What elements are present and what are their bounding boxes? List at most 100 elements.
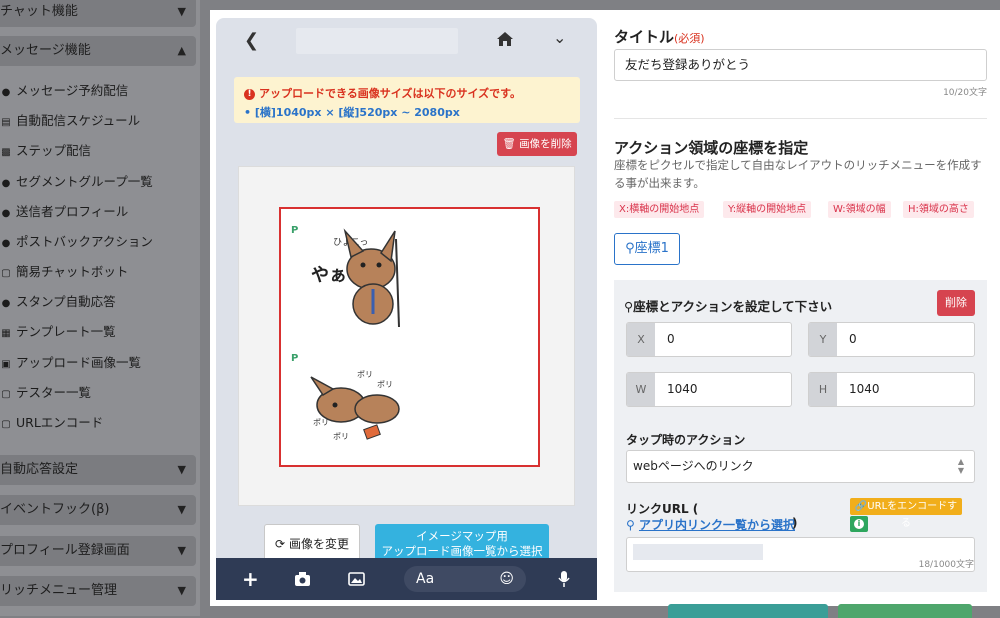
title-char-count: 10/20文字: [943, 88, 987, 98]
link-select[interactable]: ⚲ アプリ内リンク一覧から選択: [626, 516, 795, 533]
info-icon: i: [854, 519, 864, 529]
refresh-icon: ⟳: [275, 537, 286, 551]
sidebar-item-postback[interactable]: ● ポストバックアクション: [0, 230, 153, 254]
sidebar-section-label: プロフィール登録画面: [0, 543, 130, 558]
sidebar-item-auto-schedule[interactable]: ▤ 自動配信スケジュール: [0, 109, 140, 133]
sidebar-section-message[interactable]: メッセージ機能 ▲: [0, 36, 196, 66]
delete-coord-button[interactable]: 削除: [937, 290, 975, 316]
encode-url-button[interactable]: 🔗URLをエンコードする: [850, 498, 962, 529]
sidebar-section-auto-reply[interactable]: 自動応答設定 ▼: [0, 455, 196, 485]
y-input[interactable]: Y 0: [808, 322, 975, 357]
svg-text:P: P: [291, 225, 298, 236]
sidebar-section-chat[interactable]: チャット機能 ▼: [0, 0, 196, 27]
notice-warning-text: アップロードできる画像サイズは以下のサイズです。: [259, 87, 522, 100]
phone-preview: ❮ ⌄ ! アップロードできる画像サイズは以下のサイズです。 • [横]1040p…: [216, 18, 597, 600]
send-icon: ●: [1, 87, 11, 98]
profile-icon: ●: [1, 208, 11, 219]
sidebar-item-label: メッセージ予約配信: [16, 83, 129, 98]
sidebar: チャット機能 ▼ メッセージ機能 ▲ ● メッセージ予約配信 ▤ 自動配信スケジュー…: [0, 0, 200, 616]
steps-icon: ▩: [1, 147, 11, 158]
emoji-icon[interactable]: ☺: [499, 566, 514, 592]
h-input[interactable]: H 1040: [808, 372, 975, 407]
x-input[interactable]: X 0: [626, 322, 792, 357]
delete-image-button[interactable]: 🗑 画像を削除: [497, 132, 577, 156]
action-settings-heading: ⚲座標とアクションを設定して下さい: [624, 296, 832, 315]
tester-icon: ▢: [1, 389, 11, 400]
chevron-down-icon: ▼: [177, 5, 186, 18]
link-select-text[interactable]: アプリ内リンク一覧から選択: [639, 518, 795, 532]
link-icon: ▢: [1, 419, 11, 430]
title-input[interactable]: 友だち登録ありがとう: [614, 49, 987, 81]
divider: [614, 118, 987, 119]
sidebar-item-label: 簡易チャットボット: [16, 264, 129, 279]
sidebar-item-label: スタンプ自動応答: [16, 294, 116, 309]
camera-icon[interactable]: [294, 571, 311, 587]
coords-description: 座標をピクセルで指定して自由なレイアウトのリッチメニューを作成する事が出来ます。: [614, 158, 982, 190]
postback-icon: ●: [1, 238, 11, 249]
y-value: 0: [849, 332, 857, 346]
microphone-icon[interactable]: [558, 570, 570, 588]
image-canvas: P ひょこっ やぁ P ポリ ポリ ポリ ポリ: [238, 166, 575, 506]
sidebar-item-scheduled-message[interactable]: ● メッセージ予約配信: [0, 79, 129, 103]
sidebar-item-testers[interactable]: ▢ テスター一覧: [0, 381, 91, 405]
sidebar-item-label: URLエンコード: [16, 415, 104, 430]
tab-coord-1[interactable]: ⚲座標1: [614, 233, 680, 265]
photo-icon[interactable]: [348, 571, 365, 587]
sidebar-section-label: チャット機能: [0, 4, 78, 19]
sidebar-item-label: アップロード画像一覧: [16, 355, 142, 370]
sidebar-section-profile-registration[interactable]: プロフィール登録画面 ▼: [0, 536, 196, 566]
imagemap-button-line2: アップロード画像一覧から選択: [381, 544, 543, 558]
sidebar-item-url-encode[interactable]: ▢ URLエンコード: [0, 411, 103, 435]
sidebar-item-templates[interactable]: ▦ テンプレート一覧: [0, 320, 116, 344]
calendar-icon: ▤: [1, 117, 11, 128]
sidebar-section-label: イベントフック(β): [0, 502, 110, 517]
chevron-down-icon: ▼: [177, 584, 186, 597]
home-icon[interactable]: [496, 30, 514, 48]
stamp-icon: ●: [1, 298, 11, 309]
sidebar-section-rich-menu[interactable]: リッチメニュー管理 ▼: [0, 576, 196, 606]
plus-icon[interactable]: +: [242, 558, 259, 600]
sidebar-item-uploaded-images[interactable]: ▣ アップロード画像一覧: [0, 351, 141, 375]
sidebar-item-label: テンプレート一覧: [16, 324, 116, 339]
y-prefix: Y: [809, 323, 837, 356]
sidebar-section-label: メッセージ機能: [0, 43, 91, 58]
info-button[interactable]: i: [850, 516, 868, 532]
sidebar-item-step-delivery[interactable]: ▩ ステップ配信: [0, 139, 91, 163]
alert-icon: !: [244, 88, 255, 100]
tap-action-value: webページへのリンク: [633, 459, 754, 473]
sidebar-section-event-hook[interactable]: イベントフック(β) ▼: [0, 495, 196, 525]
trash-icon: 🗑: [502, 138, 516, 150]
title-label: タイトル(必須): [614, 26, 705, 47]
change-image-label: 画像を変更: [288, 537, 349, 551]
sticker-bottom-text-4: ポリ: [333, 432, 349, 441]
h-prefix: H: [809, 373, 837, 406]
chevron-down-icon[interactable]: ⌄: [553, 28, 566, 47]
tap-action-select[interactable]: webページへのリンク ▲ ▼: [626, 450, 975, 483]
sidebar-item-label: セグメントグループ一覧: [16, 174, 153, 189]
chevron-down-icon: ▼: [177, 463, 186, 476]
users-icon: ●: [1, 178, 11, 189]
chevron-up-icon: ▲: [177, 44, 186, 57]
sidebar-item-chatbot[interactable]: ▢ 簡易チャットボット: [0, 260, 128, 284]
back-arrow-icon[interactable]: ❮: [244, 30, 259, 51]
x-prefix: X: [627, 323, 655, 356]
sticker-top-word: やぁ: [311, 265, 347, 286]
sidebar-item-sender-profile[interactable]: ● 送信者プロフィール: [0, 200, 129, 224]
link-url-label: リンクURL (: [626, 502, 699, 516]
chevron-down-icon: ▼: [177, 503, 186, 516]
tag-w: W:領域の幅: [828, 201, 891, 218]
notice-size-text: • [横]1040px × [縦]520px ~ 2080px: [244, 106, 460, 119]
sticker-image: P ひょこっ やぁ P ポリ ポリ ポリ ポリ: [291, 225, 400, 441]
tab-coord-label: 座標1: [634, 241, 669, 256]
tag-y: Y:縦軸の開始地点: [723, 201, 812, 218]
bot-icon: ▢: [1, 268, 11, 279]
phone-header: ❮ ⌄: [216, 18, 597, 62]
message-input[interactable]: Aa ☺: [404, 566, 526, 592]
sidebar-item-segment-groups[interactable]: ● セグメントグループ一覧: [0, 170, 153, 194]
sidebar-item-stamp-reply[interactable]: ● スタンプ自動応答: [0, 290, 116, 314]
action-area-frame[interactable]: P ひょこっ やぁ P ポリ ポリ ポリ ポリ: [279, 207, 540, 467]
image-icon: ▣: [1, 359, 11, 370]
sidebar-section-label: リッチメニュー管理: [0, 583, 118, 598]
message-input-placeholder: Aa: [416, 571, 435, 587]
w-input[interactable]: W 1040: [626, 372, 792, 407]
